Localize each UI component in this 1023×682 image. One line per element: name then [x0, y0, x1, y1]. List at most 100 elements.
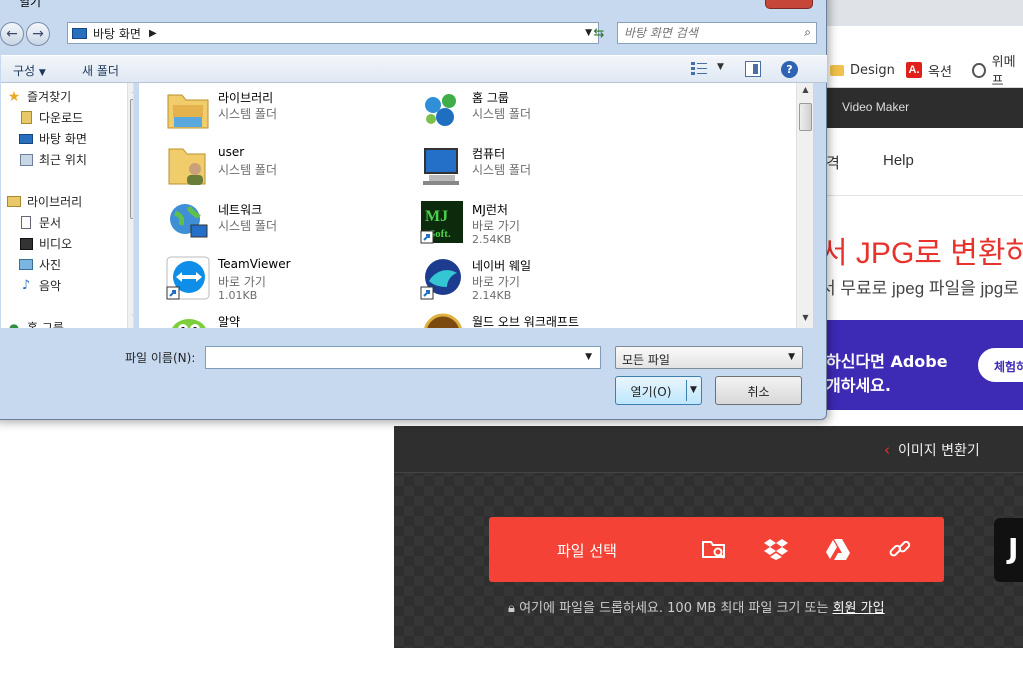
- homegroup-icon: [425, 94, 456, 126]
- forward-button[interactable]: →: [26, 22, 50, 46]
- file-item[interactable]: user 시스템 폴더: [155, 141, 395, 191]
- file-item[interactable]: MJ Soft. MJ런처 바로 가기 2.54KB: [409, 197, 649, 247]
- scroll-up-icon[interactable]: ▲: [797, 85, 813, 94]
- file-type: 시스템 폴더: [218, 219, 278, 233]
- file-item[interactable]: 알약 바로 가기: [155, 309, 395, 328]
- cancel-button[interactable]: 취소: [715, 376, 802, 405]
- nav-help-link[interactable]: Help: [883, 152, 914, 169]
- dialog-close-button[interactable]: [765, 0, 813, 9]
- file-item[interactable]: TeamViewer 바로 가기 1.01KB: [155, 253, 395, 303]
- dropbox-icon[interactable]: [763, 536, 789, 562]
- nav-label: 사진: [39, 258, 62, 272]
- nav-label: 바탕 화면: [39, 132, 87, 146]
- file-type: 시스템 폴더: [472, 163, 532, 177]
- chevron-down-icon[interactable]: ▼: [585, 352, 592, 362]
- drop-hint: 🔒︎ 여기에 파일을 드롭하세요. 100 MB 최대 파일 크기 또는 회원 …: [508, 597, 885, 616]
- file-name: 라이브러리: [218, 91, 274, 105]
- chevron-down-icon: ▼: [788, 352, 795, 362]
- open-button[interactable]: 열기(O) ▼: [615, 376, 702, 405]
- music-icon: ♪: [21, 278, 31, 293]
- promo-trial-button[interactable]: 체험하: [978, 348, 1023, 382]
- downloads-folder-icon: [19, 111, 33, 125]
- nav-item-recent[interactable]: 최근 위치: [19, 151, 87, 168]
- breadcrumb-arrow-icon[interactable]: ▶: [149, 28, 157, 39]
- scroll-up-icon[interactable]: ▲: [128, 85, 133, 94]
- open-dropdown-icon[interactable]: ▼: [690, 385, 697, 395]
- desktop-icon: [19, 132, 33, 146]
- recent-places-icon: [19, 153, 33, 167]
- file-type: 시스템 폴더: [218, 163, 278, 177]
- view-dropdown-icon[interactable]: ▼: [717, 62, 724, 72]
- bookmark-design[interactable]: Design: [830, 60, 895, 80]
- file-list: 라이브러리 시스템 폴더 홈 그룹 시스템 폴더 user 시스템 폴더 컴퓨터…: [139, 83, 813, 328]
- bookmark-label: Design: [850, 62, 895, 78]
- desktop-icon: [72, 27, 87, 39]
- file-item[interactable]: 네트워크 시스템 폴더: [155, 197, 395, 247]
- network-icon: [170, 204, 208, 238]
- nav-item-pictures[interactable]: 사진: [19, 256, 61, 273]
- url-link-icon[interactable]: [887, 536, 913, 562]
- new-folder-button[interactable]: 새 폴더: [82, 62, 119, 79]
- signup-link[interactable]: 회원 가입: [833, 601, 885, 616]
- nav-item-documents[interactable]: 문서: [19, 214, 61, 231]
- nav-item-videos[interactable]: 비디오: [19, 235, 72, 252]
- scroll-down-icon[interactable]: ▼: [797, 313, 813, 322]
- google-drive-icon[interactable]: [825, 536, 851, 562]
- search-input[interactable]: [624, 25, 794, 41]
- file-item[interactable]: 라이브러리 시스템 폴더: [155, 85, 395, 135]
- search-box[interactable]: ⌕: [617, 22, 817, 44]
- nav-libraries[interactable]: 라이브러리: [7, 193, 82, 210]
- filename-field[interactable]: ▼: [205, 346, 601, 369]
- file-size: 2.54KB: [472, 233, 512, 246]
- view-options-icon[interactable]: [691, 62, 707, 76]
- scroll-thumb[interactable]: [799, 103, 812, 131]
- lock-icon: 🔒︎: [508, 601, 515, 616]
- nav-label: 라이브러리: [27, 195, 83, 209]
- nav-scrollbar[interactable]: ▲ ▼: [127, 83, 133, 328]
- address-location[interactable]: 바탕 화면: [93, 25, 141, 42]
- file-type: 바로 가기: [472, 275, 520, 289]
- folder-icon: [830, 64, 844, 76]
- filename-input[interactable]: [208, 350, 578, 366]
- scroll-thumb[interactable]: [130, 99, 133, 219]
- video-maker-link[interactable]: Video Maker: [842, 100, 909, 114]
- drop-hint-text: 여기에 파일을 드롭하세요. 100 MB 최대 파일 크기 또는: [519, 601, 829, 616]
- file-item[interactable]: 컴퓨터 시스템 폴더: [409, 141, 649, 191]
- nav-item-music[interactable]: ♪ 음악: [19, 277, 61, 294]
- scroll-down-icon[interactable]: ▼: [128, 313, 133, 322]
- folder-search-icon[interactable]: [701, 536, 727, 562]
- nav-pricing-link[interactable]: 격: [826, 152, 840, 173]
- bookmark-wemakeprice[interactable]: 위메프: [972, 55, 1023, 89]
- organize-label: 구성: [13, 64, 36, 78]
- computer-icon: [423, 148, 459, 185]
- converter-panel: ‹ 이미지 변환기 파일 선택 🔒︎ 여기에 파일을 드롭하세요. 100 MB…: [394, 426, 1023, 648]
- file-item[interactable]: 네이버 웨일 바로 가기 2.14KB: [409, 253, 649, 303]
- organize-button[interactable]: 구성 ▼: [13, 62, 46, 79]
- preview-pane-icon[interactable]: [745, 61, 761, 77]
- file-item[interactable]: 홈 그룹 시스템 폴더: [409, 85, 649, 135]
- nav-item-desktop[interactable]: 바탕 화면: [19, 130, 87, 147]
- help-icon[interactable]: ?: [781, 61, 798, 78]
- dialog-toolbar: 구성 ▼ 새 폴더 ▼ ?: [1, 55, 827, 83]
- file-name: 네이버 웨일: [472, 259, 532, 273]
- back-link-label: 이미지 변환기: [898, 443, 980, 459]
- nav-item-downloads[interactable]: 다운로드: [19, 109, 83, 126]
- wow-icon: W: [424, 313, 462, 328]
- file-type-select[interactable]: 모든 파일 ▼: [615, 346, 803, 369]
- image-converter-back-link[interactable]: ‹ 이미지 변환기: [884, 440, 980, 460]
- file-item[interactable]: W 월드 오브 워크래프트 바로 가기: [409, 309, 649, 328]
- nav-homegroup[interactable]: ● 홈 그룹: [7, 319, 64, 329]
- choose-file-button[interactable]: 파일 선택: [489, 517, 944, 582]
- refresh-button[interactable]: ⇆: [587, 22, 611, 44]
- address-bar[interactable]: 바탕 화면 ▶ ▼: [67, 22, 599, 44]
- naver-whale-icon: [420, 259, 461, 300]
- bookmark-auction[interactable]: A. 옥션: [906, 60, 952, 80]
- back-button[interactable]: ←: [0, 22, 24, 46]
- file-name: 홈 그룹: [472, 91, 509, 105]
- arrow-left-icon: ←: [6, 26, 18, 42]
- nav-label: 다운로드: [39, 111, 84, 125]
- nav-favorites[interactable]: ★ 즐겨찾기: [7, 88, 71, 105]
- search-icon[interactable]: ⌕: [804, 25, 811, 40]
- open-button-label: 열기(O): [630, 385, 672, 399]
- file-list-scrollbar[interactable]: ▲ ▼: [796, 83, 813, 328]
